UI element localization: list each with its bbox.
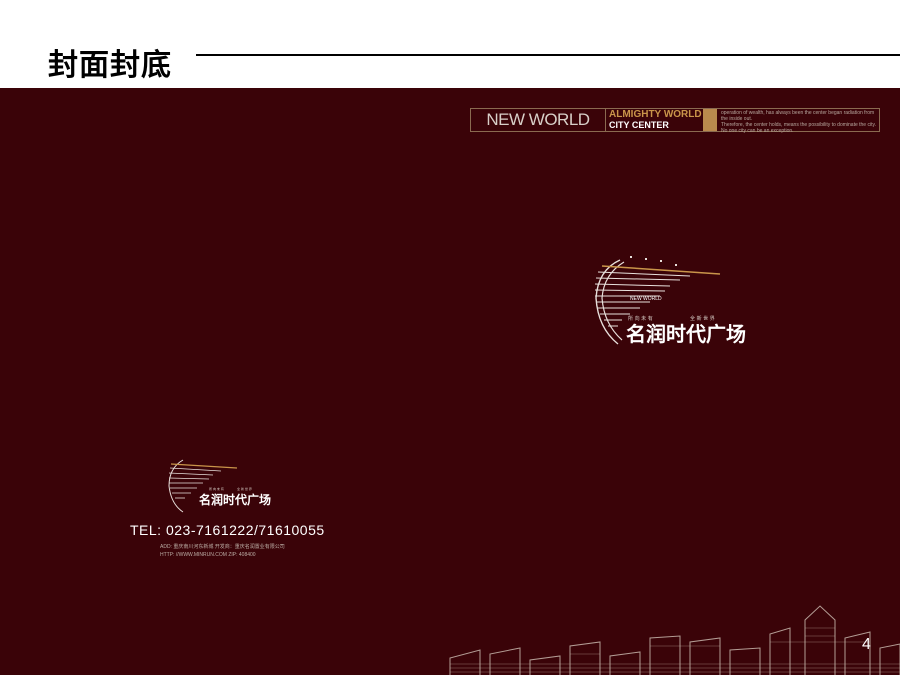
banner-city-center: CITY CENTER: [609, 120, 669, 130]
back-logo: 所 向 未 有 全 新 世 界 名润时代广场: [168, 459, 271, 513]
logo-slogan-right: 全 新 世 界: [237, 486, 252, 491]
logo-slogan-left: 所 向 未 有: [209, 486, 224, 491]
banner-almighty: ALMIGHTY WORLD: [609, 109, 702, 120]
front-logo: NEW WORLD 所 向 未 有 全 新 世 界 名润时代广场: [594, 256, 746, 346]
logo-slogan-right: 全 新 世 界: [690, 315, 715, 322]
banner-text-line: operation of wealth, has always been the…: [721, 110, 875, 122]
banner-gold-block: [703, 109, 717, 131]
address-line: HTTP: //WWW.MINRUN.COM ZIP: 408400: [160, 552, 256, 558]
title-rule: [196, 54, 900, 56]
slide-header: 封面封底: [0, 0, 900, 88]
banner-description: operation of wealth, has always been the…: [721, 110, 877, 134]
contact-address: ADD: 重庆南川河东新城 开发商：重庆名润置业有限公司 HTTP: //WWW…: [160, 543, 285, 559]
slide-title: 封面封底: [48, 48, 172, 83]
contact-tel: TEL: 023-7161222/71610055: [130, 522, 325, 538]
logo-name: 名润时代广场: [626, 322, 746, 346]
logo-slogan-left: 所 向 未 有: [628, 315, 653, 322]
logo-name: 名润时代广场: [199, 492, 271, 507]
banner-text-line: No one city can be an exception.: [721, 128, 794, 134]
logo-tag: NEW WORLD: [630, 296, 662, 302]
cover-panel: NEW WORLD ALMIGHTY WORLD CITY CENTER ope…: [0, 88, 900, 675]
page-number: 4: [862, 636, 871, 653]
city-skyline-graphic: [449, 605, 900, 675]
address-line: ADD: 重庆南川河东新城 开发商：重庆名润置业有限公司: [160, 544, 285, 550]
back-cover-banner: NEW WORLD ALMIGHTY WORLD CITY CENTER ope…: [470, 108, 880, 134]
banner-new-world: NEW WORLD: [471, 109, 606, 131]
